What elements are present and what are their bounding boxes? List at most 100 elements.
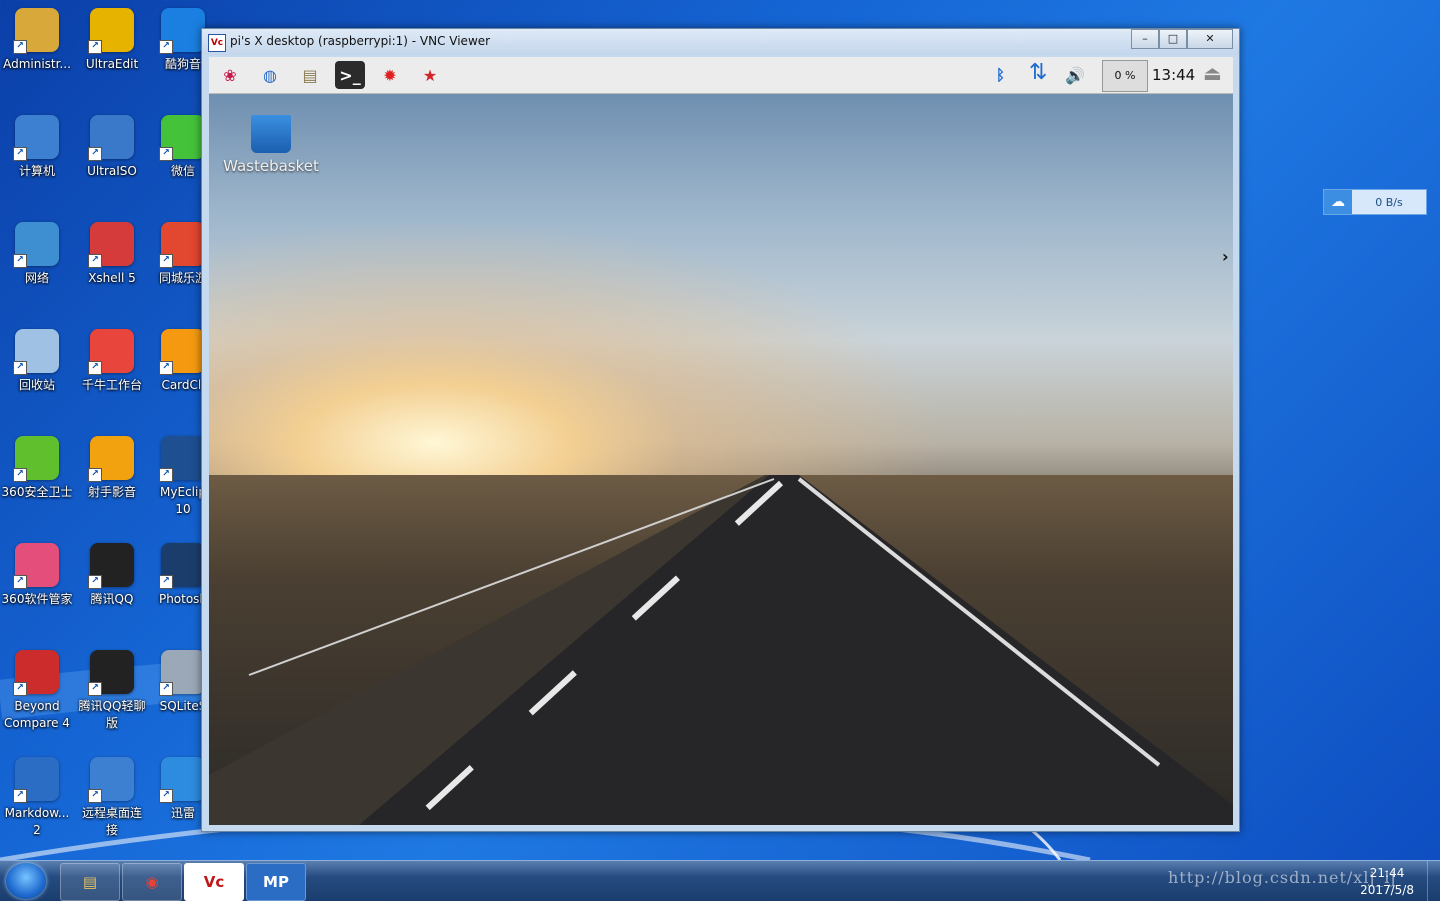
desktop-shortcut[interactable]: ↗ 回收站	[0, 321, 74, 394]
close-button[interactable]: ✕	[1187, 29, 1233, 49]
chevron-right-icon[interactable]: ›	[1222, 247, 1229, 266]
xunlei-icon: ↗	[159, 757, 205, 803]
file-manager-icon[interactable]: ▤	[295, 61, 325, 89]
wechat-icon: ↗	[159, 115, 205, 161]
beyond-compare-icon: ↗	[13, 650, 59, 696]
desktop-shortcut[interactable]: ↗ Markdow... 2	[0, 749, 74, 839]
start-button[interactable]	[6, 863, 46, 899]
net-speed-value: 0 B/s	[1375, 195, 1403, 209]
chrome-taskbar-icon[interactable]: ◉	[122, 863, 182, 901]
360-security-icon: ↗	[13, 436, 59, 482]
qianniu-icon: ↗	[88, 329, 134, 375]
shortcut-arrow-icon: ↗	[88, 575, 102, 589]
wastebasket-desktop-icon[interactable]: Wastebasket	[223, 109, 319, 175]
shortcut-arrow-icon: ↗	[13, 468, 27, 482]
shortcut-arrow-icon: ↗	[88, 40, 102, 54]
desktop-shortcut[interactable]: ↗ 腾讯QQ轻聊 版	[75, 642, 149, 732]
desktop-shortcut-label: 计算机	[18, 164, 55, 178]
shortcut-arrow-icon: ↗	[88, 682, 102, 696]
vnc-viewer-window[interactable]: Vc pi's X desktop (raspberrypi:1) - VNC …	[201, 28, 1240, 832]
eject-icon[interactable]: ⏏	[1203, 61, 1222, 85]
desktop-shortcut[interactable]: ↗ Xshell 5	[75, 214, 149, 287]
myeclipse-icon: ↗	[159, 436, 205, 482]
shooter-player-icon: ↗	[88, 436, 134, 482]
desktop-shortcut-label: 360安全卫士	[1, 485, 73, 499]
ultraedit-icon: ↗	[88, 8, 134, 54]
network-icon[interactable]: ⇅	[1029, 60, 1047, 85]
markdownpad-taskbar-icon[interactable]: MP	[246, 863, 306, 901]
desktop-shortcut-label: UltraISO	[87, 164, 137, 178]
kugou-icon: ↗	[159, 8, 205, 54]
lxde-top-panel: ❀ ◍ ▤ >_ ✹ ★ ᛒ ⇅ 🔊 0 % 13:44 ⏏	[209, 57, 1233, 94]
recycle-bin-icon: ↗	[13, 329, 59, 375]
desktop-shortcut[interactable]: ↗ Beyond Compare 4	[0, 642, 74, 732]
vnc-app-icon: Vc	[208, 34, 226, 52]
qq-lite-icon: ↗	[88, 650, 134, 696]
trash-bin-icon	[251, 115, 291, 153]
desktop-shortcut-label: 360软件管家	[1, 592, 73, 606]
computer-icon: ↗	[13, 115, 59, 161]
desktop-shortcut-label: Beyond Compare 4	[4, 699, 70, 730]
desktop-shortcut[interactable]: ↗ 射手影音	[75, 428, 149, 501]
volume-icon[interactable]: 🔊	[1065, 66, 1085, 85]
shortcut-arrow-icon: ↗	[13, 254, 27, 268]
maximize-button[interactable]: □	[1159, 29, 1187, 49]
shortcut-arrow-icon: ↗	[88, 254, 102, 268]
wallpaper-sky	[209, 93, 1233, 505]
user-folder-icon: ↗	[13, 8, 59, 54]
desktop-shortcut-label: Markdow... 2	[4, 806, 70, 837]
shortcut-arrow-icon: ↗	[13, 147, 27, 161]
360-software-icon: ↗	[13, 543, 59, 589]
desktop-shortcut-label: Xshell 5	[88, 271, 136, 285]
vnc-viewer-taskbar-icon[interactable]: Vc	[184, 863, 244, 901]
desktop-shortcut[interactable]: ↗ 360软件管家	[0, 535, 74, 608]
raspberry-menu-icon[interactable]: ❀	[215, 61, 245, 89]
tongcheng-game-icon: ↗	[159, 222, 205, 268]
xshell-icon: ↗	[88, 222, 134, 268]
shortcut-arrow-icon: ↗	[13, 682, 27, 696]
desktop-shortcut-label: 腾讯QQ轻聊 版	[78, 699, 146, 730]
minimize-button[interactable]: –	[1131, 29, 1159, 49]
shortcut-arrow-icon: ↗	[88, 468, 102, 482]
desktop-shortcut-label: 腾讯QQ	[90, 592, 134, 606]
shortcut-arrow-icon: ↗	[159, 254, 173, 268]
remote-desktop-icon: ↗	[88, 757, 134, 803]
remote-desktop-view[interactable]: ❀ ◍ ▤ >_ ✹ ★ ᛒ ⇅ 🔊 0 % 13:44 ⏏ Wastebasket	[209, 57, 1233, 825]
desktop-shortcut[interactable]: ↗ 360安全卫士	[0, 428, 74, 501]
shortcut-arrow-icon: ↗	[88, 789, 102, 803]
desktop-shortcut[interactable]: ↗ 计算机	[0, 107, 74, 180]
shortcut-arrow-icon: ↗	[159, 361, 173, 375]
desktop-shortcut[interactable]: ↗ 远程桌面连 接	[75, 749, 149, 839]
shortcut-arrow-icon: ↗	[159, 575, 173, 589]
shortcut-arrow-icon: ↗	[13, 575, 27, 589]
markdownpad-icon: ↗	[13, 757, 59, 803]
shortcut-arrow-icon: ↗	[13, 40, 27, 54]
desktop-shortcut-label: 远程桌面连 接	[81, 806, 142, 837]
desktop-shortcut[interactable]: ↗ UltraEdit	[75, 0, 149, 73]
shortcut-arrow-icon: ↗	[13, 361, 27, 375]
shortcut-arrow-icon: ↗	[159, 468, 173, 482]
desktop-shortcut-label: 千牛工作台	[81, 378, 142, 392]
desktop-shortcut[interactable]: ↗ Administr...	[0, 0, 74, 73]
explorer-taskbar-icon[interactable]: ▤	[60, 863, 120, 901]
desktop-shortcut[interactable]: ↗ 千牛工作台	[75, 321, 149, 394]
sqlite-icon: ↗	[159, 650, 205, 696]
desktop-shortcut[interactable]: ↗ UltraISO	[75, 107, 149, 180]
wolfram-icon[interactable]: ★	[415, 61, 445, 89]
wallpaper-road	[209, 475, 1233, 825]
terminal-icon[interactable]: >_	[335, 61, 365, 89]
desktop-shortcut[interactable]: ↗ 腾讯QQ	[75, 535, 149, 608]
shortcut-arrow-icon: ↗	[159, 682, 173, 696]
show-desktop-button[interactable]	[1427, 861, 1440, 901]
watermark-text: http://blog.csdn.net/xlj_lj	[1168, 868, 1397, 887]
shortcut-arrow-icon: ↗	[159, 789, 173, 803]
cpu-usage-monitor[interactable]: 0 %	[1102, 60, 1148, 92]
vnc-title-bar[interactable]: Vc pi's X desktop (raspberrypi:1) - VNC …	[202, 29, 1239, 55]
mathematica-icon[interactable]: ✹	[375, 61, 405, 89]
net-speed-widget[interactable]: ☁ 0 B/s	[1323, 189, 1427, 215]
web-browser-icon[interactable]: ◍	[255, 61, 285, 89]
wastebasket-label: Wastebasket	[223, 157, 319, 175]
desktop-shortcut[interactable]: ↗ 网络	[0, 214, 74, 287]
bluetooth-icon[interactable]: ᛒ	[996, 66, 1005, 84]
pi-clock[interactable]: 13:44	[1152, 66, 1195, 84]
